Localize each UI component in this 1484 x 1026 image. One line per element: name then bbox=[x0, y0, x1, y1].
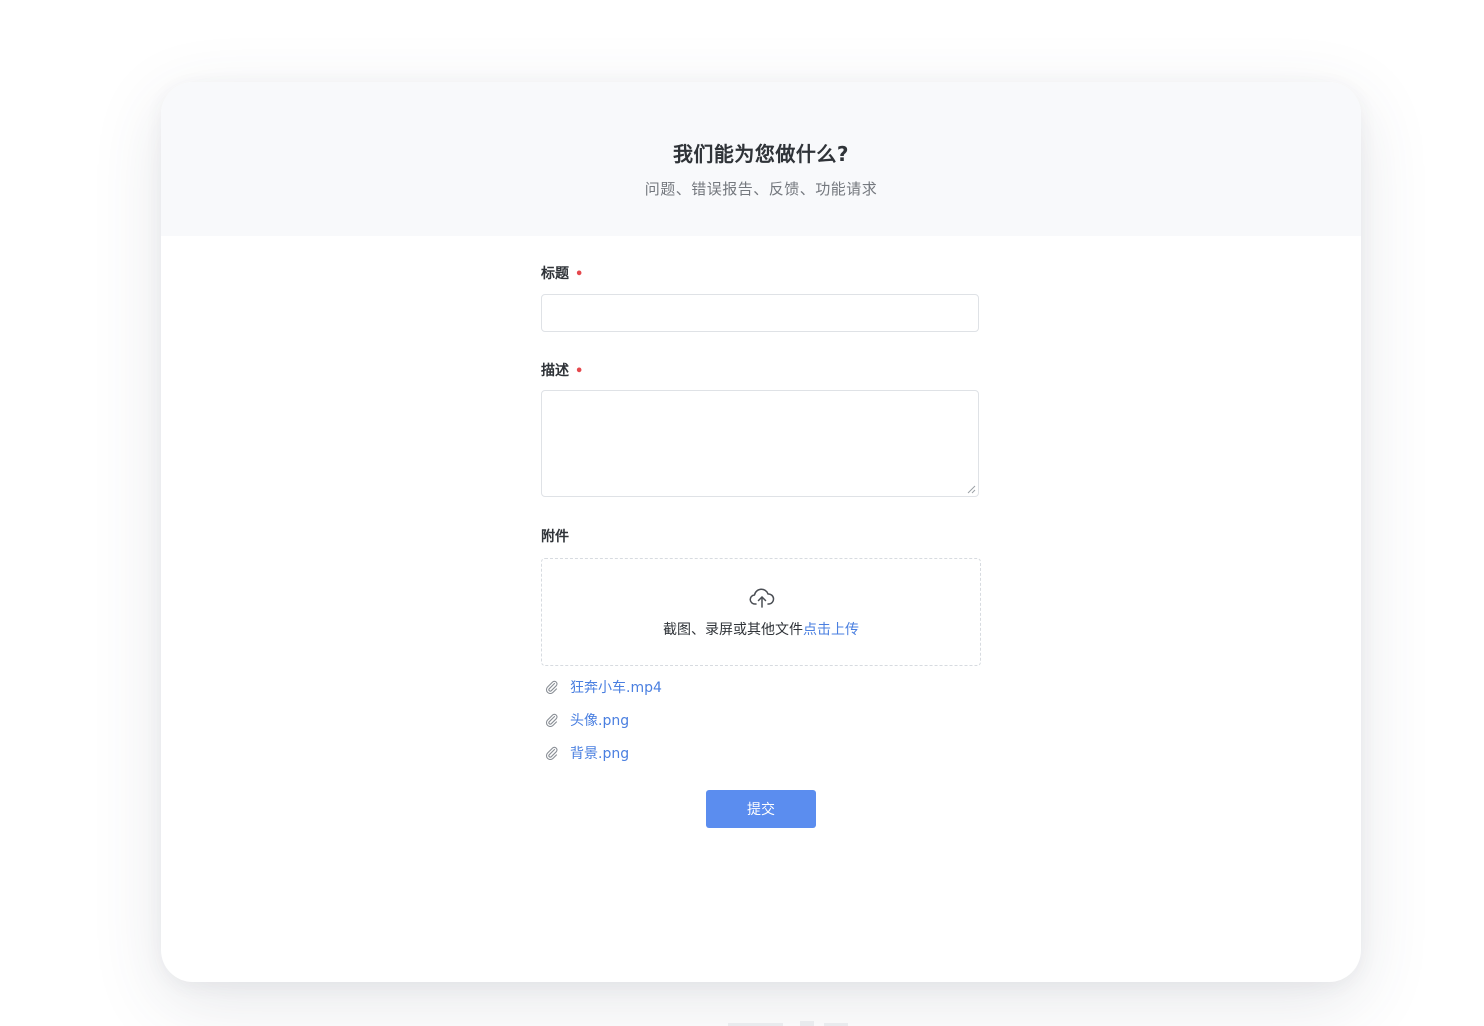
submit-button[interactable]: 提交 bbox=[706, 790, 816, 828]
file-name[interactable]: 狂奔小车.mp4 bbox=[570, 677, 662, 697]
upload-hint-text: 截图、录屏或其他文件 bbox=[663, 622, 803, 638]
file-item[interactable]: 头像.png bbox=[545, 709, 629, 731]
file-item[interactable]: 背景.png bbox=[545, 742, 629, 764]
required-mark: • bbox=[575, 267, 584, 282]
file-name[interactable]: 背景.png bbox=[570, 743, 629, 763]
file-item[interactable]: 狂奔小车.mp4 bbox=[545, 676, 662, 698]
title-input[interactable] bbox=[541, 294, 979, 332]
upload-link[interactable]: 点击上传 bbox=[803, 622, 859, 638]
attachment-label: 附件 bbox=[541, 529, 569, 545]
page-subtitle: 问题、错误报告、反馈、功能请求 bbox=[644, 180, 878, 198]
resize-handle-icon[interactable] bbox=[967, 485, 976, 494]
cloud-upload-icon bbox=[749, 588, 775, 608]
page: 我们能为您做什么? 问题、错误报告、反馈、功能请求 标题 • 描述 • 附件 截… bbox=[0, 0, 1484, 1026]
title-label: 标题 • bbox=[541, 263, 583, 283]
card-header: 我们能为您做什么? 问题、错误报告、反馈、功能请求 bbox=[161, 82, 1361, 236]
required-mark: • bbox=[575, 364, 584, 379]
upload-hint: 截图、录屏或其他文件点击上传 bbox=[542, 619, 980, 639]
paperclip-icon bbox=[545, 746, 558, 760]
file-name[interactable]: 头像.png bbox=[570, 710, 629, 730]
title-label-text: 标题 bbox=[541, 266, 569, 282]
description-label-text: 描述 bbox=[541, 363, 569, 379]
bottom-partial-decoration bbox=[728, 1021, 848, 1026]
description-textarea[interactable] bbox=[541, 390, 979, 497]
paperclip-icon bbox=[545, 713, 558, 727]
description-label: 描述 • bbox=[541, 360, 583, 380]
page-title: 我们能为您做什么? bbox=[672, 142, 850, 166]
paperclip-icon bbox=[545, 680, 558, 694]
feedback-card: 我们能为您做什么? 问题、错误报告、反馈、功能请求 标题 • 描述 • 附件 截… bbox=[161, 82, 1361, 982]
upload-dropzone[interactable]: 截图、录屏或其他文件点击上传 bbox=[541, 558, 981, 666]
